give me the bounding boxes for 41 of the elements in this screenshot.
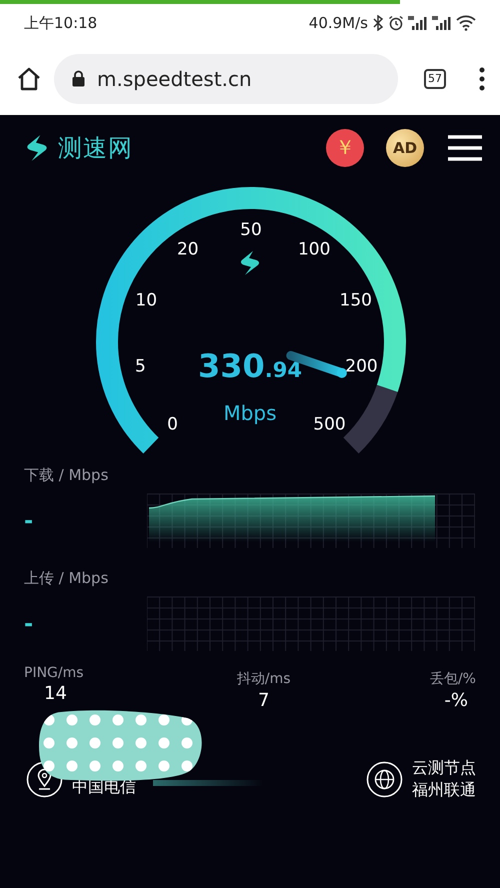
globe-icon: [366, 760, 403, 798]
more-menu-icon[interactable]: [478, 66, 486, 90]
bluetooth-icon: [372, 15, 384, 31]
server-title: 云测节点: [412, 757, 476, 779]
scale-label: 0: [167, 414, 178, 434]
network-speed: 40.9M/s: [308, 14, 368, 32]
signal-icon: [408, 15, 428, 31]
stat-label: PING/ms: [24, 665, 84, 681]
scale-label: 50: [240, 220, 262, 240]
scale-label: 10: [135, 290, 158, 311]
scale-label: 100: [298, 239, 330, 260]
wifi-icon: [456, 15, 476, 31]
speed-reading: 330.94: [198, 347, 302, 385]
stat-value: 14: [43, 683, 67, 704]
address-bar[interactable]: m.speedtest.cn: [54, 54, 398, 104]
ad-badge[interactable]: AD: [386, 128, 424, 166]
stat-value: 7: [258, 690, 270, 711]
gauge-track: [342, 384, 398, 454]
logo-icon: [240, 251, 260, 275]
signal-icon: [432, 15, 452, 31]
stat-value: -%: [444, 690, 469, 711]
lock-icon: [72, 70, 85, 87]
graph-label: 下载 / Mbps: [24, 465, 110, 486]
scale-label: 150: [340, 290, 372, 311]
graph-label: 上传 / Mbps: [24, 568, 110, 589]
stat-label: 抖动/ms: [236, 670, 291, 688]
server-name: 福州联通: [412, 779, 476, 801]
stat-label: 丢包/%: [430, 670, 476, 688]
scale-label: 500: [313, 414, 346, 434]
speed-unit: Mbps: [223, 401, 277, 425]
tab-count-button[interactable]: 57: [424, 68, 446, 88]
speed-value: -: [24, 612, 34, 636]
alarm-clock-icon: [388, 15, 404, 31]
menu-icon[interactable]: [448, 134, 482, 160]
brand-name: 测速网: [58, 132, 133, 164]
speed-value: -: [24, 508, 34, 534]
scale-label: 200: [345, 356, 378, 376]
home-icon[interactable]: [16, 66, 42, 92]
scale-label: 20: [177, 239, 199, 260]
scale-label: 5: [135, 356, 146, 376]
clock-time: 上午10:18: [24, 14, 98, 32]
